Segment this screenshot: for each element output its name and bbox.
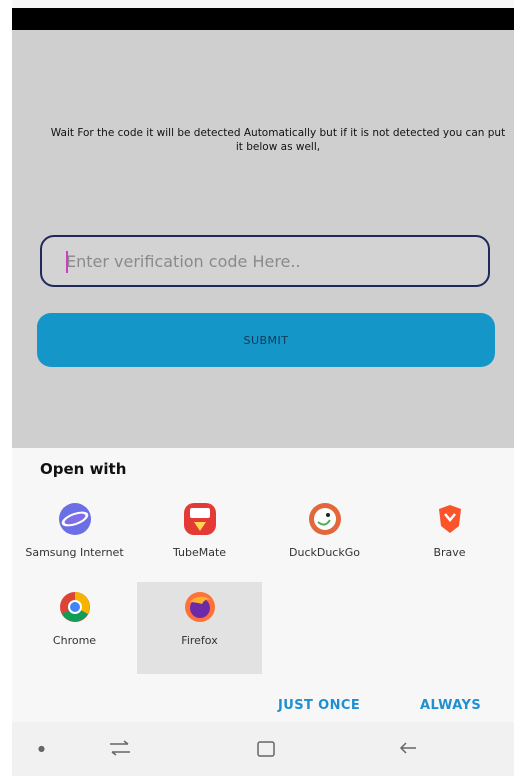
submit-label: SUBMIT <box>243 333 289 347</box>
app-option-tubemate[interactable]: TubeMate <box>137 494 262 586</box>
app-label: Firefox <box>181 634 218 647</box>
app-label: Chrome <box>52 634 97 647</box>
chrome-icon <box>60 592 90 622</box>
app-label: TubeMate <box>172 546 227 559</box>
app-option-chrome[interactable]: Chrome <box>12 582 137 674</box>
app-label: Samsung Internet <box>25 546 124 559</box>
screen: Wait For the code it will be detected Au… <box>12 0 514 776</box>
duckduckgo-icon <box>309 503 341 535</box>
submit-button[interactable]: SUBMIT <box>37 313 495 367</box>
samsung-internet-icon <box>59 503 91 535</box>
just-once-button[interactable]: JUST ONCE <box>278 698 360 713</box>
navigation-bar: ● <box>12 722 514 776</box>
firefox-icon <box>185 592 215 622</box>
tubemate-icon <box>184 503 216 535</box>
app-option-samsung-internet[interactable]: Samsung Internet <box>12 494 137 586</box>
open-with-sheet: Open with Samsung Internet TubeMate Duck… <box>12 448 514 714</box>
dot-icon: ● <box>38 744 45 753</box>
app-label: Brave <box>433 546 466 559</box>
home-icon[interactable] <box>256 740 276 758</box>
back-icon[interactable] <box>398 740 418 756</box>
sheet-title: Open with <box>40 460 127 478</box>
app-option-firefox[interactable]: Firefox <box>137 582 262 674</box>
input-placeholder: Enter verification code Here.. <box>66 251 301 271</box>
status-bar <box>12 8 514 30</box>
app-label: DuckDuckGo <box>289 546 360 559</box>
verification-screen: Wait For the code it will be detected Au… <box>12 30 514 448</box>
brave-icon <box>439 505 461 533</box>
recent-apps-icon[interactable] <box>108 740 132 756</box>
app-option-duckduckgo[interactable]: DuckDuckGo <box>262 494 387 586</box>
always-button[interactable]: ALWAYS <box>420 698 481 713</box>
instructions-text: Wait For the code it will be detected Au… <box>50 127 506 153</box>
verification-code-input[interactable]: Enter verification code Here.. <box>40 235 490 287</box>
app-option-brave[interactable]: Brave <box>387 494 512 586</box>
